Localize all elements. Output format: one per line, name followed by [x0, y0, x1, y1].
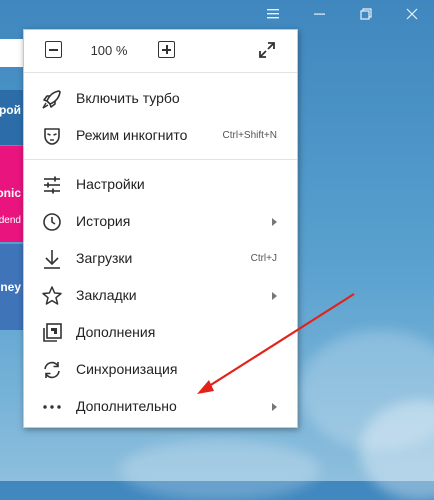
menu-item-bookmarks-label: Закладки	[76, 287, 137, 303]
settings-sliders-icon	[44, 176, 60, 194]
menu-item-more-label: Дополнительно	[76, 398, 177, 414]
menu-item-extensions-label: Дополнения	[76, 324, 156, 340]
menu-item-bookmarks[interactable]: Закладки	[24, 277, 297, 314]
browser-main-menu: 100 % Включить турбо Режим инкогнито Ctr…	[23, 29, 298, 428]
close-button[interactable]	[390, 0, 434, 28]
menu-item-sync-label: Синхронизация	[76, 361, 178, 377]
menu-item-incognito-shortcut: Ctrl+Shift+N	[222, 130, 277, 141]
download-icon	[44, 250, 60, 269]
menu-item-incognito[interactable]: Режим инкогнито Ctrl+Shift+N	[24, 117, 297, 154]
menu-item-sync[interactable]: Синхронизация	[24, 351, 297, 388]
menu-item-incognito-label: Режим инкогнито	[76, 127, 188, 143]
minimize-icon	[314, 13, 325, 15]
incognito-mask-icon	[44, 128, 60, 145]
menu-item-settings-label: Настройки	[76, 176, 145, 192]
restore-icon	[360, 8, 372, 20]
rocket-icon	[42, 90, 61, 109]
menu-item-settings[interactable]: Настройки	[24, 166, 297, 203]
submenu-arrow-icon	[272, 218, 277, 226]
zoom-in-button[interactable]	[158, 41, 175, 58]
zoom-row: 100 %	[24, 30, 297, 71]
zoom-value: 100 %	[90, 43, 128, 58]
tile-2-sublabel: dend	[0, 215, 21, 226]
menu-item-downloads-shortcut: Ctrl+J	[250, 253, 277, 264]
tile-3-label: ney	[0, 280, 21, 294]
menu-button[interactable]	[251, 0, 295, 28]
hamburger-icon	[267, 9, 279, 19]
separator	[24, 159, 297, 160]
history-clock-icon	[43, 213, 61, 231]
fullscreen-button[interactable]	[257, 40, 277, 60]
fullscreen-icon	[259, 42, 275, 58]
more-dots-icon	[43, 405, 61, 409]
extensions-icon	[43, 323, 62, 342]
submenu-arrow-icon	[272, 292, 277, 300]
submenu-arrow-icon	[272, 403, 277, 411]
sync-icon	[44, 361, 60, 379]
separator	[24, 72, 297, 73]
menu-item-downloads[interactable]: Загрузки Ctrl+J	[24, 240, 297, 277]
menu-item-history[interactable]: История	[24, 203, 297, 240]
menu-item-history-label: История	[76, 213, 131, 229]
menu-item-turbo[interactable]: Включить турбо	[24, 80, 297, 117]
tile-1[interactable]: трой	[0, 90, 23, 145]
menu-item-more[interactable]: Дополнительно	[24, 388, 297, 425]
menu-item-extensions[interactable]: Дополнения	[24, 314, 297, 351]
menu-item-downloads-label: Загрузки	[76, 250, 133, 266]
tile-2[interactable]: onic dend	[0, 146, 23, 242]
star-icon	[42, 286, 62, 305]
minimize-button[interactable]	[298, 0, 342, 28]
restore-button[interactable]	[344, 0, 388, 28]
address-bar-fragment[interactable]	[0, 39, 23, 67]
tile-2-label: onic	[0, 186, 21, 200]
close-icon	[406, 8, 418, 20]
tile-3[interactable]: ney	[0, 244, 23, 330]
tile-1-label: трой	[0, 103, 21, 117]
zoom-out-button[interactable]	[45, 41, 62, 58]
menu-item-turbo-label: Включить турбо	[76, 90, 180, 106]
